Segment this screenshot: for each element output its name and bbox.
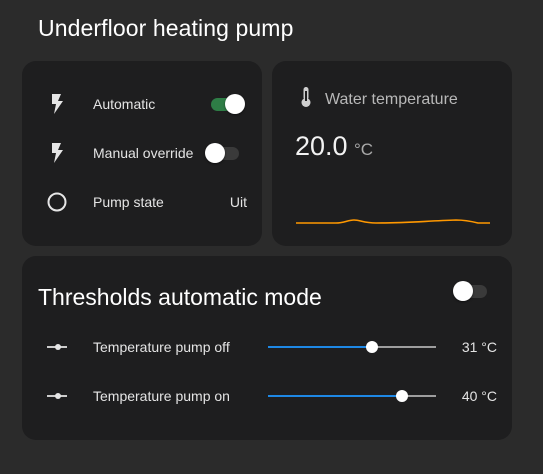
toggle-knob: [453, 281, 473, 301]
pump-state-value: Uit: [229, 194, 247, 210]
slider-icon: [46, 385, 68, 407]
flash-icon: [46, 142, 68, 164]
slider-thumb[interactable]: [396, 390, 409, 402]
toggle-knob: [205, 143, 225, 163]
temperature-header: Water temperature: [300, 86, 458, 113]
slider-icon: [46, 336, 68, 358]
automatic-row[interactable]: Automatic: [22, 89, 262, 119]
controls-card: Automatic Manual override Pump state Uit: [22, 61, 262, 246]
temperature-pump-off-label: Temperature pump off: [93, 339, 230, 355]
temperature-pump-on-label: Temperature pump on: [93, 388, 230, 404]
automatic-label: Automatic: [93, 96, 156, 112]
toggle-knob: [225, 94, 245, 114]
pump-state-row[interactable]: Pump state Uit: [22, 187, 262, 217]
temperature-sparkline: [296, 219, 490, 224]
slider-thumb[interactable]: [366, 341, 379, 353]
temperature-pump-on-value: 40 °C: [461, 388, 497, 404]
pump-state-label: Pump state: [93, 194, 164, 210]
slider-fill: [268, 395, 403, 397]
page-title: Underfloor heating pump: [38, 15, 294, 41]
temperature-unit: °C: [354, 140, 374, 159]
flash-icon: [46, 93, 68, 115]
temperature-value: 20.0: [295, 131, 348, 161]
thresholds-toggle[interactable]: [453, 281, 489, 301]
temperature-pump-off-value: 31 °C: [461, 339, 497, 355]
manual-override-label: Manual override: [93, 145, 194, 161]
temperature-pump-off-row: Temperature pump off 31 °C: [22, 332, 512, 362]
water-temperature-card[interactable]: Water temperature 20.0 °C: [272, 61, 512, 246]
circle-outline-icon: [46, 191, 68, 213]
manual-override-row[interactable]: Manual override: [22, 138, 262, 168]
thresholds-title: Thresholds automatic mode: [38, 284, 322, 310]
temperature-pump-on-slider[interactable]: [268, 390, 436, 402]
thresholds-card: Thresholds automatic mode Temperature pu…: [22, 256, 512, 440]
temperature-name: Water temperature: [325, 90, 458, 108]
temperature-pump-off-slider[interactable]: [268, 341, 436, 353]
slider-fill: [268, 346, 373, 348]
thermometer-icon: [300, 86, 312, 113]
automatic-toggle[interactable]: [209, 94, 245, 114]
temperature-pump-on-row: Temperature pump on 40 °C: [22, 381, 512, 411]
manual-override-toggle[interactable]: [205, 143, 241, 163]
